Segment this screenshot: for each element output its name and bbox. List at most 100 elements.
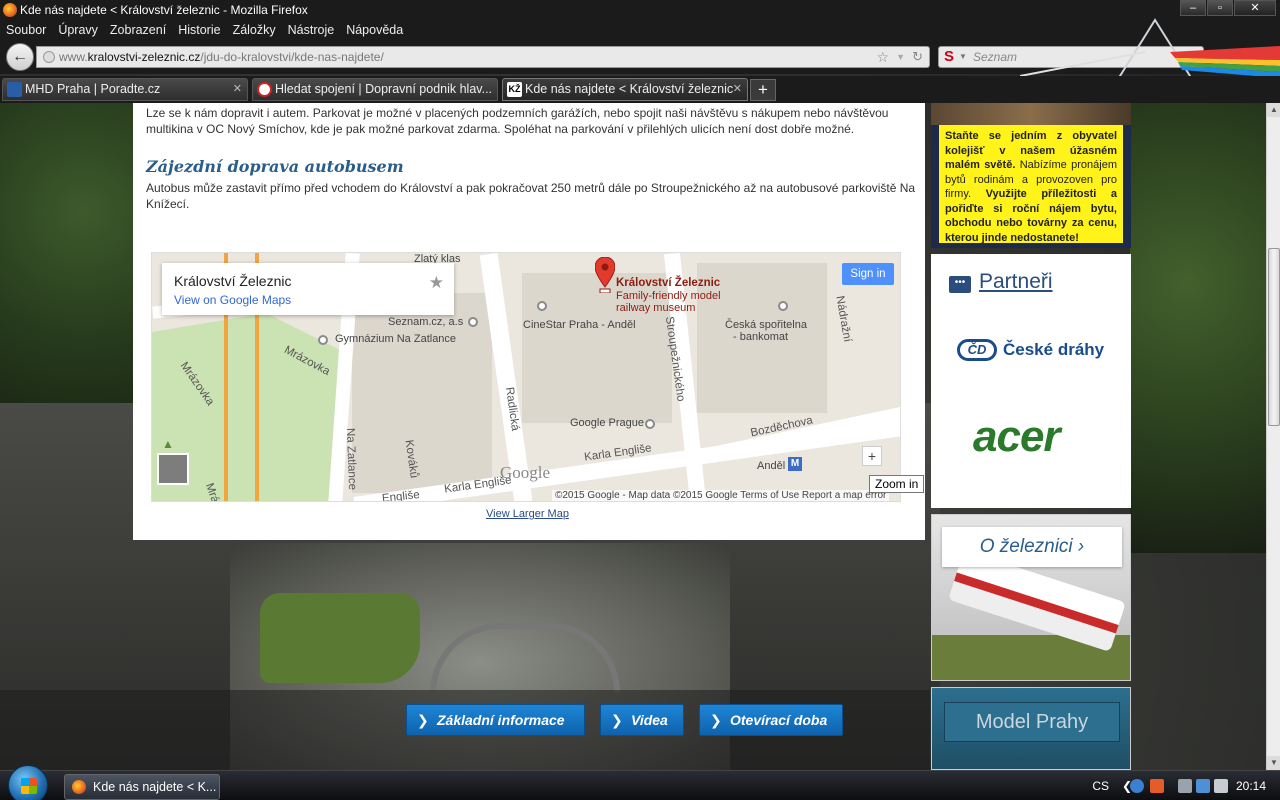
search-engine-dropdown-icon[interactable]: ▼ [959,47,967,67]
firefox-logo-icon [3,3,17,17]
close-tab-icon[interactable]: ✕ [233,79,242,100]
back-button[interactable]: ← [6,43,34,71]
new-tab-button[interactable]: + [750,79,776,101]
tray-app-icon[interactable] [1130,779,1144,793]
taskbar-firefox-item[interactable]: Kde nás najdete < K... [64,774,220,800]
menu-tools[interactable]: Nástroje [288,23,335,37]
view-larger-map-link[interactable]: View Larger Map [486,508,569,520]
map-street-na-zatlance: Na Zatlance [343,427,359,491]
tab-mhd-praha[interactable]: MHD Praha | Poradte.cz ✕ [2,78,248,101]
zoom-in-tooltip: Zoom in [869,475,925,493]
menu-view[interactable]: Zobrazení [110,23,166,37]
location-pin-icon[interactable] [595,257,615,293]
background-lawn [260,593,420,683]
url-path: /jdu-do-kralovstvi/kde-nas-najdete/ [200,50,384,64]
apartment-promo-banner[interactable]: Staňte se jedním z obyvatel kolejišť v n… [931,103,1131,248]
promo-photo [931,103,1131,125]
start-button[interactable] [8,765,48,800]
input-language-indicator[interactable]: CS [1092,771,1109,800]
cd-logo-text: České dráhy [1003,340,1105,359]
videos-button[interactable]: ❯ Videa [600,704,684,736]
map-label-andel: Anděl [757,460,786,472]
about-railway-panel[interactable]: O železnici › [931,514,1131,681]
tab-label: Hledat spojení | Dopravní podnik hlav... [275,82,493,96]
menu-edit[interactable]: Úpravy [58,23,98,37]
kz-favicon-icon: KŽ [507,82,522,97]
reload-icon[interactable]: ↻ [912,47,923,67]
scrollbar-thumb[interactable] [1268,248,1280,426]
window-titlebar: Kde nás najdete < Království železnic - … [0,0,1280,20]
chevron-right-icon: ❯ [417,712,429,728]
map-street-nadrazni: Nádražní [833,294,854,344]
scroll-down-arrow-icon[interactable]: ▼ [1267,756,1280,770]
menu-help[interactable]: Nápověda [346,23,403,37]
bottom-navigation: ❯ Základní informace ❯ Videa ❯ Otevírací… [0,690,930,770]
partners-heading-link[interactable]: Partneři [979,270,1053,294]
pin-desc-1: Family-friendly model [616,290,721,302]
place-card-title: Království Železnic [174,273,292,289]
close-window-button[interactable]: ✕ [1234,0,1276,16]
tray-app-icon[interactable] [1178,779,1192,793]
page-scrollbar[interactable]: ▲ ▼ [1266,103,1280,770]
map-label-seznam: Seznam.cz, a.s [388,316,464,328]
poradte-favicon-icon [7,82,22,97]
bus-section-heading: Zájezdní doprava autobusem [146,157,404,176]
school-poi-icon [318,335,328,345]
scroll-up-arrow-icon[interactable]: ▲ [1267,103,1280,117]
volume-icon[interactable] [1214,779,1228,793]
tab-kde-nas-najdete[interactable]: KŽ Kde nás najdete < Království železnic… [502,78,748,101]
map-attribution: ©2015 Google - Map data ©2015 Google Ter… [552,490,890,501]
main-content: Lze se k nám dopravit i autem. Parkovat … [133,103,925,540]
menu-bar: Soubor Úpravy Zobrazení Historie Záložky… [0,20,1280,40]
site-identity-icon[interactable] [43,51,55,63]
map-label-cinestar: CineStar Praha - Anděl [523,319,636,331]
search-icon[interactable]: ⚲ [1187,47,1197,67]
tab-label: MHD Praha | Poradte.cz [25,82,161,96]
view-on-google-maps-link[interactable]: View on Google Maps [174,293,291,307]
ceske-drahy-logo[interactable]: ČD České dráhy [957,336,1107,366]
about-railway-button[interactable]: O železnici › [942,527,1122,567]
basic-info-button[interactable]: ❯ Základní informace [406,704,585,736]
search-placeholder: Seznam [973,50,1018,64]
satellite-toggle-button[interactable] [157,453,189,485]
acer-logo[interactable]: acer [973,412,1061,462]
tray-app-icon[interactable] [1150,779,1164,793]
window-title: Kde nás najdete < Království železnic - … [20,3,308,17]
bus-access-paragraph: Autobus může zastavit přímo před vchodem… [146,181,916,211]
seznam-engine-icon[interactable]: S [944,47,954,67]
tab-bar: MHD Praha | Poradte.cz ✕ Hledat spojení … [0,76,1280,103]
tab-label: Kde nás najdete < Království železnic [525,82,734,96]
url-history-dropdown-icon[interactable]: ▼ [896,47,905,67]
model-prahy-panel[interactable]: Model Prahy [931,687,1131,770]
menu-file[interactable]: Soubor [6,23,46,37]
street-view-pegman-icon[interactable]: ▲ [162,437,174,451]
pin-title: Království Železnic [616,277,721,289]
url-bar[interactable]: www.kralovstvi-zeleznic.cz/jdu-do-kralov… [36,46,930,68]
menu-history[interactable]: Historie [178,23,220,37]
tab-hledat-spojeni[interactable]: Hledat spojení | Dopravní podnik hlav... [252,78,498,101]
search-input[interactable]: S ▼ Seznam ⚲ [938,46,1204,68]
maximize-button[interactable]: ▫ [1207,0,1233,16]
map-zoom-in-button[interactable]: + [862,446,882,466]
window-controls: – ▫ ✕ [1179,0,1276,17]
clock[interactable]: 20:14 [1236,771,1266,800]
model-prahy-button[interactable]: Model Prahy [944,702,1120,742]
navigation-toolbar: ← www.kralovstvi-zeleznic.cz/jdu-do-kral… [0,40,1280,107]
map-label-ceska-sporitelna: Česká spořitelna [725,319,807,331]
google-map[interactable]: Zlatý klas Seznam.cz, a.s Gymnázium Na Z… [151,252,901,502]
bookmark-star-icon[interactable]: ☆ [876,47,889,67]
car-access-paragraph: Lze se k nám dopravit i autem. Parkovat … [146,106,889,136]
save-star-icon[interactable]: ★ [429,273,444,293]
firefox-icon [72,780,86,794]
minimize-button[interactable]: – [1180,0,1206,16]
url-host: kralovstvi-zeleznic.cz [87,50,201,64]
map-sign-in-button[interactable]: Sign in [842,263,894,285]
windows-taskbar: Kde nás najdete < K... CS ❮ 20:14 [0,765,1280,800]
network-icon[interactable] [1196,779,1210,793]
cinema-poi-icon [537,301,547,311]
close-tab-icon[interactable]: ✕ [733,79,742,100]
taskbar-item-label: Kde nás najdete < K... [93,780,217,794]
menu-bookmarks[interactable]: Záložky [233,23,276,37]
opening-hours-button[interactable]: ❯ Otevírací doba [699,704,843,736]
atm-poi-icon [778,301,788,311]
